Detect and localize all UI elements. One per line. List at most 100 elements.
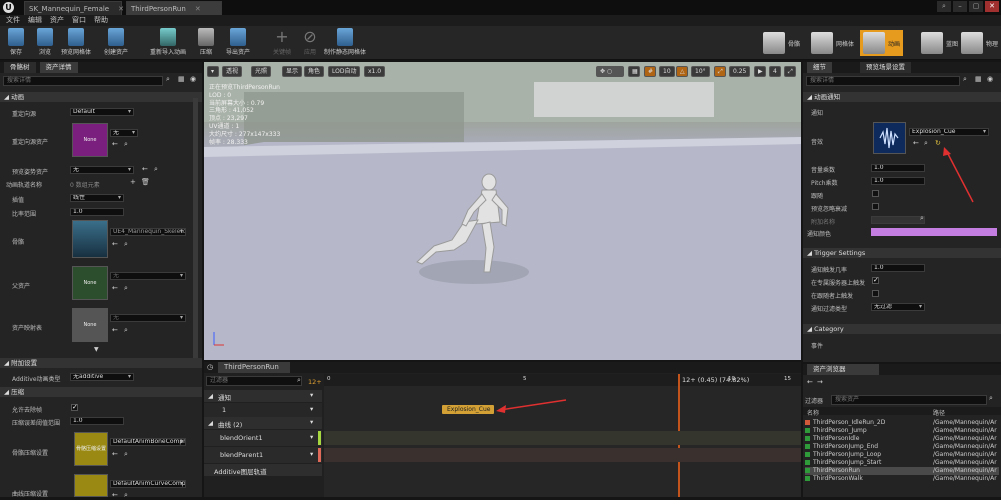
section-anim-notify[interactable]: ◢ 动画通知 (803, 92, 1001, 102)
attach-name-input[interactable] (871, 216, 925, 224)
scale-snap-value[interactable]: 0.25 (729, 66, 751, 77)
skeleton-thumbnail[interactable] (72, 220, 108, 258)
notify-event[interactable]: Explosion_Cue (442, 405, 494, 414)
browse-button[interactable]: 浏览 (31, 27, 59, 59)
close-window-button[interactable]: ✕ (985, 1, 999, 12)
menu-edit[interactable]: 编辑 (28, 15, 42, 26)
curve-track[interactable] (324, 431, 801, 445)
close-icon[interactable]: ✕ (118, 3, 124, 15)
scale-snap-icon[interactable]: ⤢ (714, 66, 726, 77)
list-item[interactable]: ThirdPersonWalk/Game/Mannequin/Ar (805, 475, 999, 483)
notify-track-row[interactable]: 1 ▾ (204, 403, 322, 417)
column-name[interactable]: 名称 (807, 408, 819, 417)
speed-button[interactable]: x1.0 (364, 66, 386, 77)
asset-map-dropdown[interactable]: 无 (110, 314, 186, 322)
filter-type-dropdown[interactable]: 无过滤 (871, 303, 925, 311)
notifies-header[interactable]: ◢ 通知 ▾ (204, 390, 322, 402)
asset-search-input[interactable]: 搜索资产 (831, 395, 987, 405)
curves-header[interactable]: ◢ 曲线 (2) ▾ (204, 417, 322, 429)
section-compression[interactable]: ◢ 压缩 (0, 387, 202, 397)
menu-asset[interactable]: 资产 (50, 15, 64, 26)
doc-tab-run[interactable]: ThirdPersonRun ✕ (126, 1, 222, 15)
interp-dropdown[interactable]: 线性 (70, 194, 124, 202)
list-item[interactable]: ThirdPersonJump_End/Game/Mannequin/Ar (805, 443, 999, 451)
list-item[interactable]: ThirdPerson_Jump/Game/Mannequin/Ar (805, 427, 999, 435)
mode-animation-button[interactable]: 动画 (860, 30, 904, 56)
source-control-icon[interactable]: ⌕ (937, 1, 951, 12)
section-additive[interactable]: ◢ 附加设置 (0, 358, 202, 368)
volume-input[interactable]: 1.0 (871, 164, 925, 172)
preview-pose-dropdown[interactable]: 无 (70, 166, 134, 174)
eye-icon[interactable]: ◉ (190, 75, 196, 83)
bone-compress-dropdown[interactable]: DefaultAnimBoneCompre (110, 438, 186, 446)
search-input[interactable]: 搜索详情 (3, 76, 163, 86)
preview-mesh-button[interactable]: 预览网格体 (60, 27, 92, 59)
maximize-button[interactable]: ▢ (969, 1, 983, 12)
section-trigger[interactable]: ◢ Trigger Settings (803, 248, 1001, 258)
expand-icon[interactable]: ◢ (208, 392, 213, 400)
list-item-selected[interactable]: ThirdPersonRun/Game/Mannequin/Ar (805, 467, 999, 475)
mode-skeleton-button[interactable]: 骨骼 (760, 30, 803, 56)
curve-compress-thumbnail[interactable] (74, 474, 108, 497)
compress-button[interactable]: 压缩 (192, 27, 220, 59)
retarget-thumbnail[interactable]: None (72, 123, 108, 157)
menu-window[interactable]: 窗口 (72, 15, 86, 26)
close-icon[interactable]: ✕ (195, 3, 201, 15)
mode-blueprint-button[interactable]: 蓝图 (918, 30, 961, 56)
search-icon[interactable]: ⌕ (297, 376, 301, 385)
curve-compress-dropdown[interactable]: DefaultAnimCurveCompre (110, 480, 186, 488)
list-item[interactable]: ThirdPerson_IdleRun_2D/Game/Mannequin/Ar (805, 419, 999, 427)
tab-asset-details[interactable]: 资产详情 (39, 62, 78, 73)
sound-dropdown[interactable]: Explosion_Cue (909, 128, 989, 136)
keyframe-button[interactable]: + 关键帧 (268, 27, 296, 59)
doc-tab-skeleton[interactable]: SK_Mannequin_Female ✕ (24, 1, 124, 15)
search-icon[interactable]: ⌕ (124, 326, 128, 335)
asset-map-thumbnail[interactable]: None (72, 308, 108, 342)
minimize-button[interactable]: – (953, 1, 967, 12)
search-icon[interactable]: ⌕ (989, 394, 993, 403)
compress-error-input[interactable]: 1.0 (70, 417, 124, 425)
grid-snap-icon[interactable]: ▦ (628, 66, 640, 77)
chevron-down-icon[interactable]: ▾ (310, 450, 313, 458)
arrow-left-icon[interactable]: ← (112, 284, 118, 292)
rate-input[interactable]: 1.0 (70, 208, 124, 216)
viewport[interactable]: ▾ 透视 光照 显示 角色 LOD自动 x1.0 ✥ ○ ▦ # 10 △ 10… (204, 62, 801, 360)
character-button[interactable]: 角色 (304, 66, 325, 77)
forward-arrow-icon[interactable]: → (817, 378, 823, 386)
parent-thumbnail[interactable]: None (72, 266, 108, 300)
show-button[interactable]: 显示 (282, 66, 303, 77)
arrow-left-icon[interactable]: ← (112, 326, 118, 334)
grid-size-value[interactable]: 10 (659, 66, 675, 77)
chevron-down-icon[interactable]: ▾ (310, 391, 313, 399)
search-icon[interactable]: ⌕ (124, 240, 128, 249)
arrow-left-icon[interactable]: ← (112, 491, 118, 499)
parent-dropdown[interactable]: 无 (110, 272, 186, 280)
notify-color-swatch[interactable] (871, 228, 997, 236)
additive-layer-row[interactable]: Additive图层轨道 (204, 464, 322, 476)
list-item[interactable]: ThirdPersonJump_Start/Game/Mannequin/Ar (805, 459, 999, 467)
pitch-input[interactable]: 1.0 (871, 177, 925, 185)
arrow-left-icon[interactable]: ← (112, 450, 118, 458)
search-icon[interactable]: ⌕ (920, 214, 924, 223)
mode-mesh-button[interactable]: 网格体 (808, 30, 857, 56)
retarget-source-dropdown[interactable]: Default (70, 108, 134, 116)
trigger-chance-input[interactable]: 1.0 (871, 264, 925, 272)
section-animation[interactable]: ◢ 动画 (0, 92, 202, 102)
add-icon[interactable]: + (130, 178, 136, 186)
follower-checkbox[interactable] (872, 290, 879, 297)
timeline-filter-input[interactable]: 过滤器 (206, 376, 302, 386)
chevron-down-icon[interactable]: ▾ (310, 405, 313, 413)
trash-icon[interactable]: 🗑 (141, 178, 150, 186)
maximize-viewport-icon[interactable]: ⤢ (784, 66, 796, 77)
dedicated-server-checkbox[interactable] (872, 276, 879, 284)
save-button[interactable]: 保存 (2, 27, 30, 59)
create-asset-button[interactable]: 创建资产 (100, 27, 132, 59)
bone-compress-thumbnail[interactable]: 骨骼压缩设置 (74, 432, 108, 466)
camera-speed-icon[interactable]: ▶ (754, 66, 766, 77)
search-icon[interactable]: ⌕ (124, 491, 128, 500)
tab-asset-browser[interactable]: 资产浏览器 (807, 364, 879, 375)
arrow-left-icon[interactable]: ← (913, 139, 919, 147)
grid-icon[interactable]: ▦ (178, 75, 185, 83)
eye-icon[interactable]: ◉ (987, 75, 993, 83)
details-search-input[interactable]: 搜索详情 (806, 76, 960, 86)
